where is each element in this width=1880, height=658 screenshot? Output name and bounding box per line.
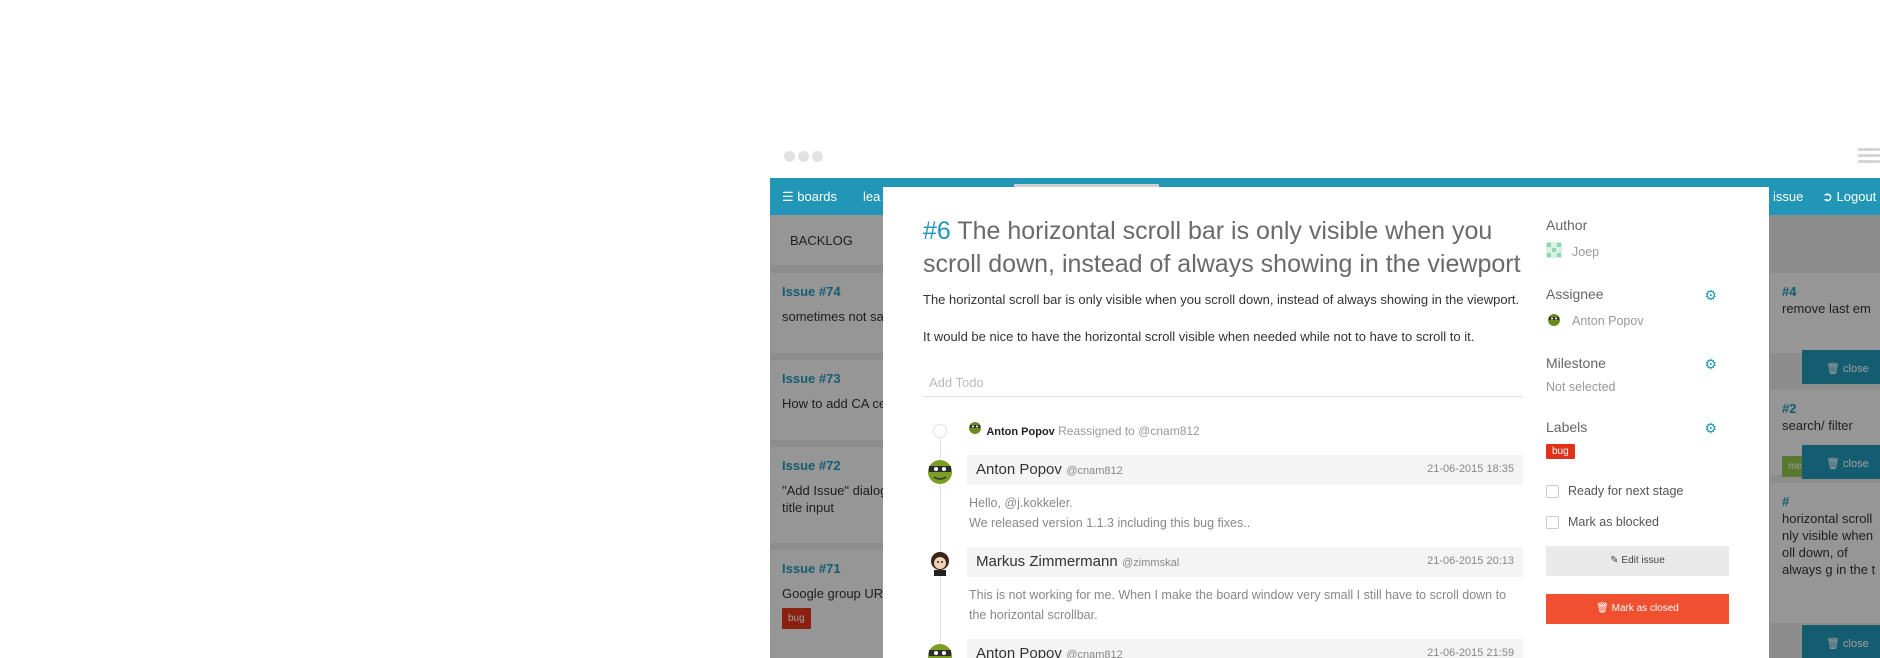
comment-date: 21-06-2015 21:59 bbox=[1427, 647, 1514, 658]
comment-author[interactable]: Anton Popov bbox=[976, 645, 1062, 658]
comment-handle: @cnam812 bbox=[1066, 465, 1123, 477]
comment-date: 21-06-2015 20:13 bbox=[1427, 555, 1514, 567]
activity-timeline: Anton Popov Reassigned to @cnam812 Anton… bbox=[923, 419, 1523, 658]
description-paragraph: It would be nice to have the horizontal … bbox=[923, 329, 1475, 344]
timeline-dot-icon bbox=[933, 424, 947, 438]
nav-boards[interactable]: ☰ boards bbox=[782, 189, 837, 205]
comment-author[interactable]: Markus Zimmermann bbox=[976, 553, 1118, 570]
event-author[interactable]: Anton Popov bbox=[986, 426, 1054, 438]
nav-logout[interactable]: ➲ Logout bbox=[1822, 189, 1876, 205]
issue-title-text: The horizontal scroll bar is only visibl… bbox=[923, 217, 1521, 278]
issue-sidebar: Author Joep Assignee ⚙ Anton Popov Miles… bbox=[1546, 217, 1729, 624]
edit-issue-button[interactable]: ✎ Edit issue bbox=[1546, 546, 1729, 576]
assignee-label: Assignee ⚙ bbox=[1546, 286, 1717, 304]
milestone-value: Not selected bbox=[1546, 380, 1616, 394]
author-label: Author bbox=[1546, 217, 1588, 233]
comment-header: Markus Zimmermann @zimmskal 21-06-2015 2… bbox=[967, 547, 1523, 577]
comment-body: Hello, @j.kokkeler. We released version … bbox=[967, 485, 1523, 539]
window-dot-icon bbox=[798, 151, 809, 162]
browser-window: ☰ boards lea issue ➲ Logout BACKLOG Issu… bbox=[770, 140, 1880, 658]
modal-tab-indicator bbox=[1014, 184, 1159, 187]
identicon-icon bbox=[1546, 242, 1562, 261]
comment: Anton Popov @cnam812 21-06-2015 18:35 He… bbox=[923, 455, 1523, 539]
author-value: Joep bbox=[1546, 242, 1729, 261]
checkbox-box[interactable] bbox=[1546, 515, 1559, 529]
add-todo-input[interactable]: Add Todo bbox=[923, 371, 1523, 397]
database-icon: ☰ bbox=[782, 189, 794, 204]
blocked-checkbox[interactable]: Mark as blocked bbox=[1546, 515, 1729, 529]
window-dot-icon bbox=[812, 151, 823, 162]
assignee-value: Anton Popov bbox=[1546, 311, 1729, 330]
issue-modal: #6 The horizontal scroll bar is only vis… bbox=[883, 184, 1769, 658]
issue-number: #6 bbox=[923, 217, 951, 245]
comment-line: the horizontal scrollbar. bbox=[969, 608, 1098, 622]
ready-checkbox[interactable]: Ready for next stage bbox=[1546, 484, 1729, 498]
trash-icon: 🗑 bbox=[1596, 603, 1609, 614]
comment-date: 21-06-2015 18:35 bbox=[1427, 463, 1514, 475]
comment: Anton Popov @cnam812 21-06-2015 21:59 bbox=[923, 639, 1523, 658]
window-dot-icon bbox=[784, 151, 795, 162]
description-paragraph: The horizontal scroll bar is only visibl… bbox=[923, 292, 1520, 307]
hamburger-menu-icon[interactable] bbox=[1858, 148, 1880, 166]
gear-icon[interactable]: ⚙ bbox=[1704, 420, 1717, 437]
gear-icon[interactable]: ⚙ bbox=[1704, 356, 1717, 373]
comment-line: This is not working for me. When I make … bbox=[969, 588, 1507, 602]
avatar bbox=[925, 455, 955, 485]
avatar bbox=[925, 547, 955, 577]
timeline-event: Anton Popov Reassigned to @cnam812 bbox=[923, 419, 1523, 447]
avatar bbox=[925, 639, 955, 658]
milestone-label: Milestone ⚙ bbox=[1546, 355, 1717, 373]
window-chrome bbox=[770, 140, 1880, 178]
comment: Markus Zimmermann @zimmskal 21-06-2015 2… bbox=[923, 547, 1523, 631]
pencil-icon: ✎ bbox=[1610, 555, 1619, 566]
comment-handle: @zimmskal bbox=[1122, 557, 1180, 569]
comment-header: Anton Popov @cnam812 21-06-2015 18:35 bbox=[967, 455, 1523, 485]
nav-learn[interactable]: lea bbox=[863, 189, 880, 204]
logout-icon: ➲ bbox=[1822, 189, 1833, 204]
comment-line: Hello, @j.kokkeler. bbox=[969, 496, 1073, 510]
event-action: Reassigned to @cnam812 bbox=[1058, 424, 1200, 438]
labels-label: Labels ⚙ bbox=[1546, 419, 1717, 437]
checkbox-box[interactable] bbox=[1546, 484, 1559, 498]
issue-main: #6 The horizontal scroll bar is only vis… bbox=[923, 215, 1523, 658]
issue-title: #6 The horizontal scroll bar is only vis… bbox=[923, 215, 1523, 281]
avatar-small-icon bbox=[1546, 311, 1562, 330]
avatar-small-icon bbox=[967, 422, 986, 438]
mark-closed-button[interactable]: 🗑 Mark as closed bbox=[1546, 594, 1729, 624]
comment-handle: @cnam812 bbox=[1066, 649, 1123, 658]
comment-line: We released version 1.1.3 including this… bbox=[969, 516, 1251, 530]
issue-description: The horizontal scroll bar is only visibl… bbox=[923, 291, 1523, 345]
nav-issue[interactable]: issue bbox=[1773, 189, 1803, 204]
label-bug-tag[interactable]: bug bbox=[1546, 444, 1575, 459]
comment-body: This is not working for me. When I make … bbox=[967, 577, 1523, 631]
comment-header: Anton Popov @cnam812 21-06-2015 21:59 bbox=[967, 639, 1523, 658]
gear-icon[interactable]: ⚙ bbox=[1704, 287, 1717, 304]
comment-author[interactable]: Anton Popov bbox=[976, 461, 1062, 478]
